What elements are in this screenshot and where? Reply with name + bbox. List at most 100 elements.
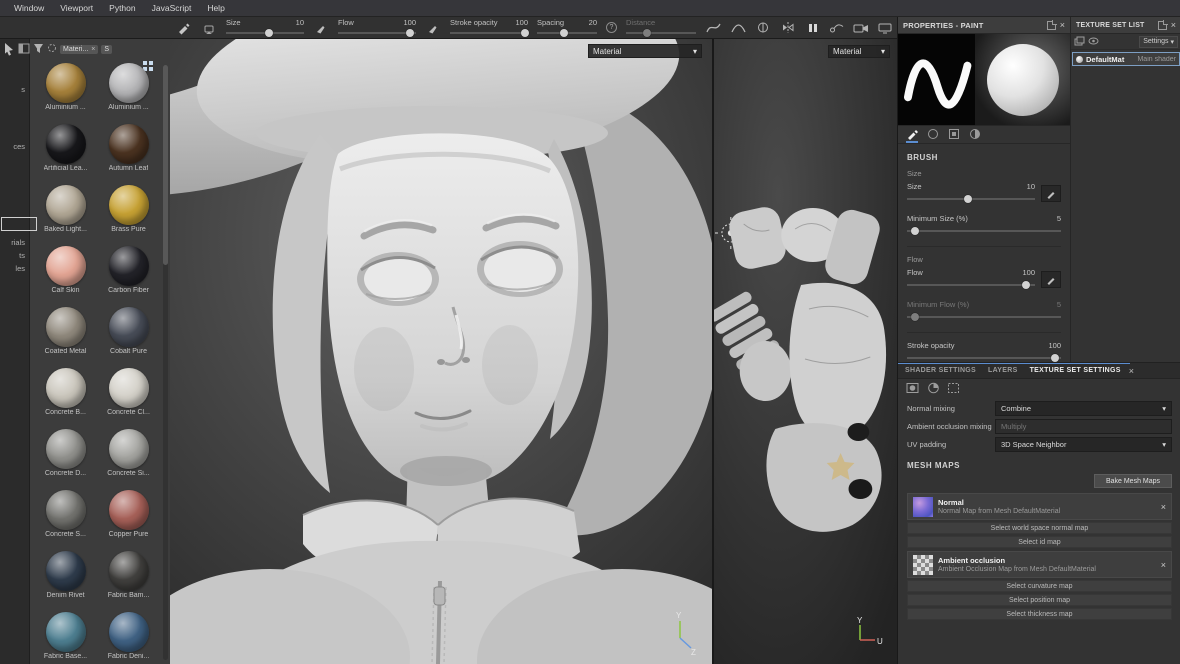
close-icon[interactable]: × — [1060, 20, 1065, 30]
material-item[interactable]: Artificial Lea... — [35, 124, 97, 176]
lazy-mouse-icon[interactable] — [829, 20, 845, 36]
viewport-material-dropdown[interactable]: Material ▾ — [588, 44, 702, 58]
slider-handle[interactable] — [1050, 354, 1059, 362]
texture-set-settings-dropdown[interactable]: Settings ▾ — [1139, 35, 1178, 48]
texture-set-visibility-icon[interactable] — [1076, 55, 1083, 63]
material-item[interactable]: Concrete Si... — [98, 429, 160, 481]
slider-handle[interactable] — [405, 28, 414, 37]
profile-curve-icon[interactable] — [730, 20, 746, 36]
material-item[interactable]: Denim Rivet — [35, 551, 97, 603]
slider-handle[interactable] — [264, 28, 273, 37]
ao-mixing-field[interactable]: Multiply — [995, 419, 1172, 434]
tab-layers[interactable]: LAYERS — [988, 367, 1018, 374]
size-slider[interactable] — [907, 195, 1035, 203]
menu-item[interactable]: Help — [199, 0, 232, 16]
selected-category-box[interactable] — [1, 217, 37, 231]
material-item[interactable]: Cobalt Pure — [98, 307, 160, 359]
flow-pressure-button[interactable] — [1041, 271, 1061, 288]
character-3d-render[interactable] — [170, 39, 712, 664]
select-map-button[interactable]: Select world space normal map — [907, 522, 1172, 534]
menu-item[interactable]: Window — [6, 0, 52, 16]
uv-selection-icon[interactable] — [947, 382, 960, 396]
flow-slider[interactable] — [907, 281, 1035, 289]
normal-mixing-select[interactable]: Combine ▾ — [995, 401, 1172, 416]
close-icon[interactable]: × — [1129, 366, 1134, 376]
bake-mesh-maps-button[interactable]: Bake Mesh Maps — [1094, 474, 1172, 488]
toolbar-flow-slider[interactable] — [338, 28, 416, 37]
close-icon[interactable]: × — [1161, 560, 1166, 570]
material-item[interactable]: Fabric Deni... — [98, 612, 160, 664]
shelf-category-label[interactable]: les — [15, 264, 25, 273]
material-item[interactable]: Concrete B... — [35, 368, 97, 420]
close-icon[interactable]: × — [91, 46, 95, 53]
menu-item[interactable]: Viewport — [52, 0, 101, 16]
menu-item[interactable]: JavaScript — [144, 0, 200, 16]
close-icon[interactable]: × — [1161, 502, 1166, 512]
shelf-category-label[interactable]: s — [21, 85, 25, 94]
material-item[interactable]: Concrete S... — [35, 490, 97, 542]
falloff-curve-icon[interactable] — [705, 20, 721, 36]
material-item[interactable]: Carbon Fiber — [98, 246, 160, 298]
uv-islands-render[interactable] — [714, 39, 897, 664]
material-channels-icon[interactable] — [906, 382, 920, 396]
select-map-button[interactable]: Select position map — [907, 594, 1172, 606]
material-item[interactable]: Coated Metal — [35, 307, 97, 359]
material-item[interactable]: Concrete D... — [35, 429, 97, 481]
help-icon[interactable]: ? — [606, 22, 617, 33]
shelf-scrollbar[interactable] — [163, 65, 168, 660]
tab-texture-set-settings[interactable]: TEXTURE SET SETTINGS — [1030, 367, 1121, 374]
stroke-opacity-slider[interactable] — [907, 354, 1061, 362]
material-item[interactable]: Fabric Base... — [35, 612, 97, 664]
close-icon[interactable]: × — [1171, 20, 1176, 30]
select-map-button[interactable]: Select id map — [907, 536, 1172, 548]
uv-padding-select[interactable]: 3D Space Neighbor ▾ — [995, 437, 1172, 452]
tab-alpha-icon[interactable] — [927, 126, 939, 143]
shelf-category-label[interactable]: ces — [13, 142, 25, 151]
material-item[interactable]: Calf Skin — [35, 246, 97, 298]
slider-handle[interactable] — [964, 195, 973, 203]
tab-material-icon[interactable] — [969, 126, 981, 143]
slider-handle[interactable] — [910, 227, 919, 235]
alignment-icon[interactable] — [755, 20, 771, 36]
tab-stencil-icon[interactable] — [948, 126, 960, 143]
menu-item[interactable]: Python — [101, 0, 143, 16]
material-item[interactable]: Aluminium ... — [35, 63, 97, 115]
size-pressure-button[interactable] — [1041, 185, 1061, 202]
tab-shader-settings[interactable]: SHADER SETTINGS — [905, 367, 976, 374]
material-item[interactable]: Fabric Bam... — [98, 551, 160, 603]
visibility-icon[interactable] — [1088, 36, 1099, 48]
viewport-3d[interactable]: Material ▾ Y Z — [170, 39, 712, 664]
material-item[interactable]: Aluminium ... — [98, 63, 160, 115]
select-map-button[interactable]: Select curvature map — [907, 580, 1172, 592]
size-pressure-pen-icon[interactable] — [313, 20, 329, 36]
filter-chip-materials[interactable]: Materi... × — [60, 44, 99, 54]
eraser-tool-icon[interactable] — [201, 20, 217, 36]
slider-handle[interactable] — [560, 28, 568, 37]
minimum-size-slider[interactable] — [907, 227, 1061, 235]
slider-handle[interactable] — [520, 28, 529, 37]
projection-camera-icon[interactable] — [853, 20, 869, 36]
flow-pressure-pen-icon[interactable] — [425, 20, 441, 36]
tab-brush-icon[interactable] — [906, 126, 918, 143]
paint-tool-icon[interactable] — [176, 20, 192, 36]
normal-map-row[interactable]: Normal Normal Map from Mesh DefaultMater… — [907, 493, 1172, 520]
symmetry-icon[interactable] — [780, 20, 796, 36]
ao-map-row[interactable]: Ambient occlusion Ambient Occlusion Map … — [907, 551, 1172, 578]
material-item[interactable]: Concrete Cl... — [98, 368, 160, 420]
material-item[interactable]: Copper Pure — [98, 490, 160, 542]
uv-viewport-material-dropdown[interactable]: Material ▾ — [828, 45, 890, 58]
filter-chip-search[interactable]: S — [101, 44, 113, 54]
material-item[interactable]: Brass Pure — [98, 185, 160, 237]
shelf-category-label[interactable]: rials — [11, 238, 25, 247]
toolbar-spacing-slider[interactable] — [537, 28, 597, 37]
slider-handle[interactable] — [1022, 281, 1031, 289]
shelf-category-label[interactable]: ts — [19, 251, 25, 260]
filter-funnel-icon[interactable] — [33, 43, 44, 56]
viewport-2d-uv[interactable]: Material ▾ Y U — [712, 39, 897, 664]
texture-set-item-defaultmat[interactable]: DefaultMat Main shader — [1072, 52, 1180, 66]
material-item[interactable]: Autumn Leaf — [98, 124, 160, 176]
display-settings-icon[interactable] — [877, 20, 893, 36]
pause-engine-icon[interactable] — [805, 20, 821, 36]
select-map-button[interactable]: Select thickness map — [907, 608, 1172, 620]
popout-panel-icon[interactable] — [1157, 19, 1168, 30]
